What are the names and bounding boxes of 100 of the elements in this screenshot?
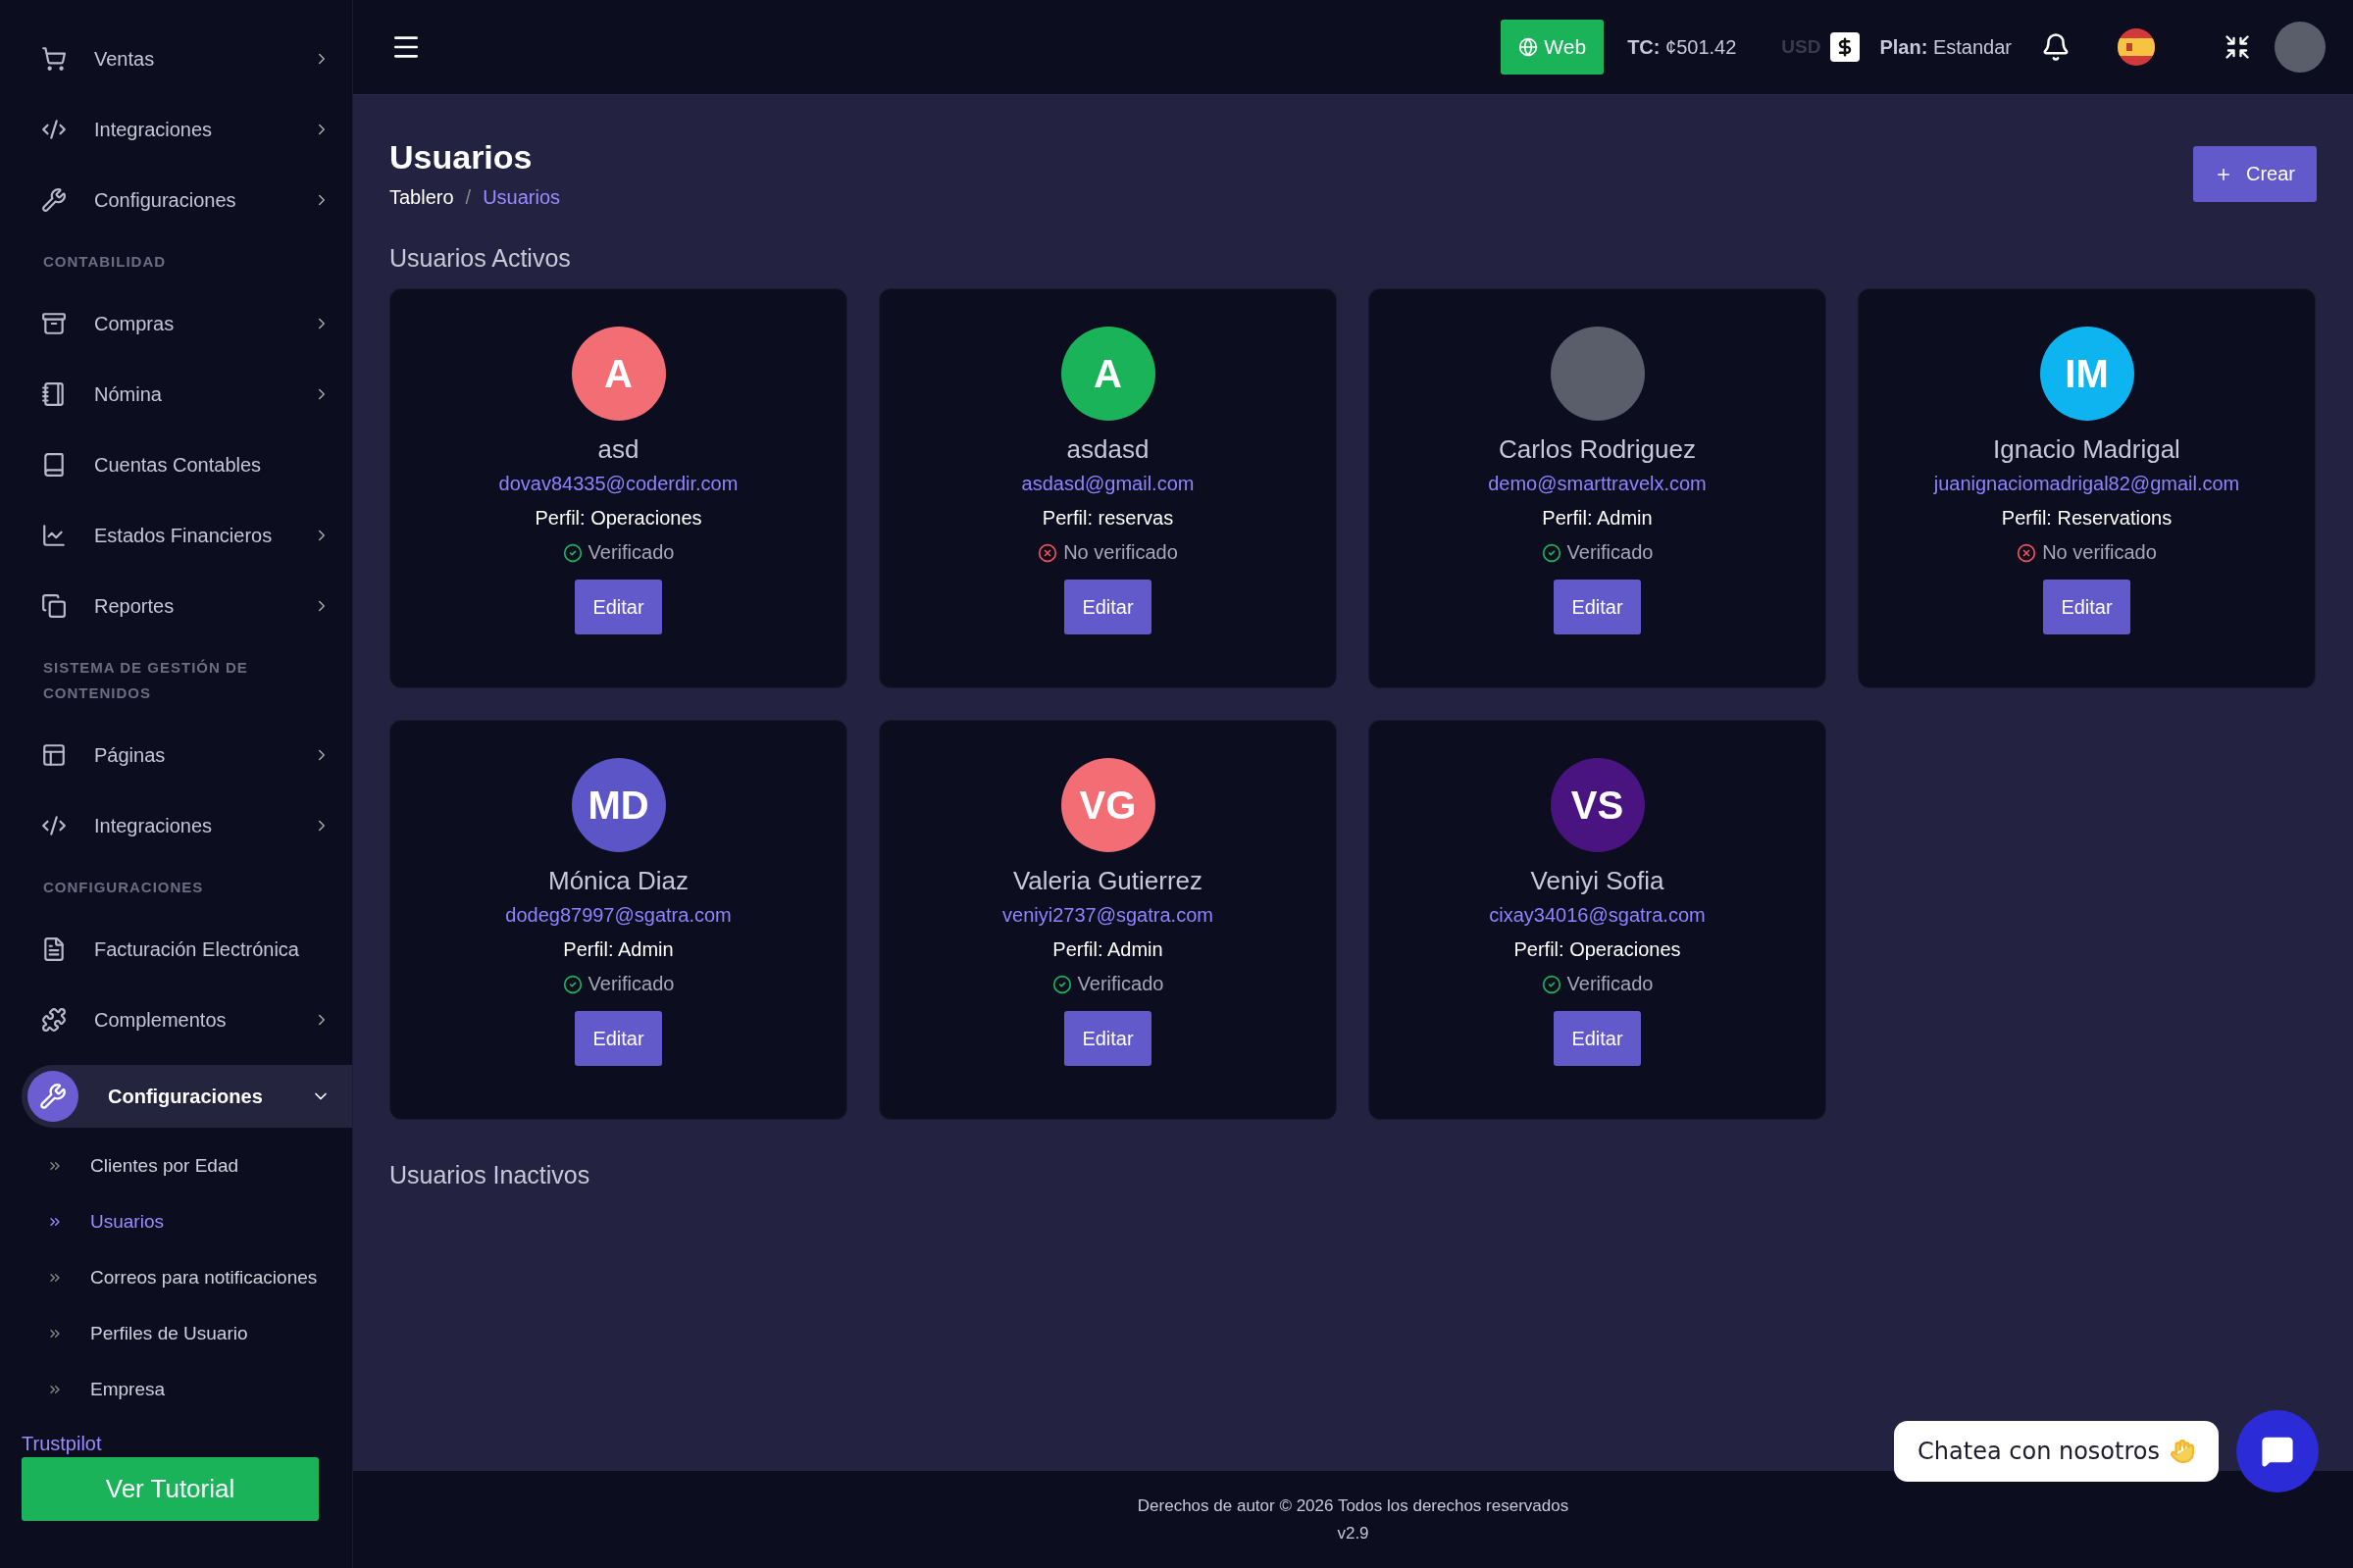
- user-avatar: A: [1060, 327, 1155, 421]
- submenu-item[interactable]: Correos para notificaciones: [0, 1249, 352, 1305]
- sidebar-item[interactable]: Compras: [0, 288, 352, 359]
- verification-status: No verificado: [2042, 541, 2157, 564]
- user-avatar: MD: [571, 758, 666, 852]
- user-profile: Perfil: Operaciones: [1513, 938, 1681, 961]
- verification-status: Verificado: [1566, 973, 1654, 995]
- edit-button[interactable]: Editar: [1064, 1011, 1151, 1066]
- user-profile: Perfil: reservas: [1042, 507, 1174, 530]
- user-email[interactable]: cixay34016@sgatra.com: [1489, 904, 1706, 927]
- sidebar-item-label: Configuraciones: [94, 188, 237, 212]
- verification-status: Verificado: [1077, 973, 1164, 995]
- page-title: Usuarios: [389, 138, 534, 177]
- sidebar-item[interactable]: Cuentas Contables: [0, 430, 352, 500]
- user-email[interactable]: asdasd@gmail.com: [1021, 473, 1195, 495]
- user-name: Carlos Rodriguez: [1499, 434, 1696, 465]
- flag-icon[interactable]: [2118, 28, 2155, 66]
- breadcrumb-link[interactable]: Tablero: [389, 186, 454, 209]
- version-text: v2.9: [1337, 1523, 1369, 1543]
- sidebar-item-label: Configuraciones: [108, 1085, 264, 1108]
- sidebar-item[interactable]: Ventas: [0, 24, 352, 94]
- user-email[interactable]: demo@smarttravelx.com: [1488, 473, 1707, 495]
- sidebar-item-label: Complementos: [94, 1008, 228, 1032]
- sidebar-item[interactable]: Configuraciones: [0, 165, 352, 235]
- user-avatar[interactable]: [2275, 22, 2326, 73]
- breadcrumb-link[interactable]: Usuarios: [483, 186, 561, 209]
- user-name: Ignacio Madrigal: [1993, 434, 2180, 465]
- submenu-item[interactable]: Perfiles de Usuario: [0, 1305, 352, 1361]
- submenu-label: Correos para notificaciones: [90, 1266, 318, 1289]
- sidebar-item-label: Cuentas Contables: [94, 453, 263, 477]
- sidebar-item-label: Compras: [94, 312, 176, 335]
- sidebar-item-label: Reportes: [94, 594, 176, 618]
- sidebar-item[interactable]: Integraciones: [0, 790, 352, 861]
- chat-prompt[interactable]: Chatea con nosotros: [1894, 1421, 2219, 1482]
- sidebar-item-label: Facturación Electrónica: [94, 937, 300, 961]
- edit-button[interactable]: Editar: [2043, 580, 2130, 634]
- user-name: Mónica Diaz: [547, 866, 690, 896]
- user-profile: Perfil: Admin: [1052, 938, 1163, 961]
- waving-hand-icon: [2170, 1439, 2195, 1464]
- user-name: asdasd: [1066, 434, 1150, 465]
- edit-button[interactable]: Editar: [1554, 580, 1641, 634]
- user-profile: Perfil: Admin: [563, 938, 674, 961]
- section-heading: CONFIGURACIONES: [42, 878, 205, 897]
- chat-bubble-icon: [2261, 1435, 2294, 1468]
- sidebar-item[interactable]: Nómina: [0, 359, 352, 430]
- user-avatar: IM: [2039, 327, 2134, 421]
- globe-icon: [1518, 37, 1539, 57]
- submenu-label: Clientes por Edad: [90, 1154, 239, 1177]
- section-heading: SISTEMA DE GESTIÓN DE CONTENIDOS: [42, 658, 249, 703]
- user-email[interactable]: juanignaciomadrigal82@gmail.com: [1933, 473, 2240, 495]
- submenu-label: Perfiles de Usuario: [90, 1322, 248, 1344]
- verification-status: Verificado: [588, 541, 675, 564]
- user-profile: Perfil: Reservations: [2001, 507, 2173, 530]
- user-email[interactable]: dodeg87997@sgatra.com: [505, 904, 732, 927]
- copyright-text: Derechos de autor © 2026 Todos los derechos reservados: [1137, 1495, 1569, 1516]
- user-avatar: VG: [1060, 758, 1155, 852]
- sidebar-item-label: Estados Financieros: [94, 524, 274, 547]
- sidebar-item-label: Integraciones: [94, 814, 214, 837]
- sidebar-item-label: Integraciones: [94, 118, 214, 141]
- user-profile: Perfil: Operaciones: [535, 507, 702, 530]
- sidebar-item-label: Ventas: [94, 47, 156, 71]
- sidebar-item-label: Páginas: [94, 743, 167, 767]
- wrench-icon: [27, 1071, 78, 1122]
- plan-label: Plan: Estandar: [1879, 35, 2012, 59]
- exchange-rate: TC: ¢501.42: [1627, 35, 1737, 59]
- submenu-item[interactable]: Usuarios: [0, 1193, 352, 1249]
- submenu-label: Usuarios: [90, 1210, 164, 1233]
- sidebar-item[interactable]: Reportes: [0, 571, 352, 641]
- section-heading: CONTABILIDAD: [42, 252, 168, 272]
- submenu-item[interactable]: Clientes por Edad: [0, 1138, 352, 1193]
- sidebar-item[interactable]: Integraciones: [0, 94, 352, 165]
- user-email[interactable]: veniyi2737@sgatra.com: [1002, 904, 1213, 927]
- sidebar-item[interactable]: Facturación Electrónica: [0, 914, 352, 985]
- user-email[interactable]: dovav84335@coderdir.com: [498, 473, 739, 495]
- bell-icon[interactable]: [2041, 32, 2071, 62]
- submenu-item[interactable]: Empresa: [0, 1361, 352, 1417]
- section-title: Usuarios Inactivos: [389, 1161, 591, 1189]
- user-profile: Perfil: Admin: [1542, 507, 1653, 530]
- edit-button[interactable]: Editar: [575, 1011, 662, 1066]
- submenu-label: Empresa: [90, 1378, 166, 1400]
- section-title: Usuarios Activos: [389, 244, 572, 273]
- verification-status: Verificado: [588, 973, 675, 995]
- breadcrumb-separator: /: [465, 186, 472, 209]
- user-avatar: VS: [1550, 758, 1645, 852]
- user-name: Veniyi Sofia: [1530, 866, 1664, 896]
- verification-status: No verificado: [1063, 541, 1178, 564]
- sidebar-item[interactable]: Páginas: [0, 720, 352, 790]
- trustpilot-link[interactable]: Trustpilot: [22, 1433, 102, 1455]
- edit-button[interactable]: Editar: [1554, 1011, 1641, 1066]
- edit-button[interactable]: Editar: [1064, 580, 1151, 634]
- currency-toggle[interactable]: [1830, 32, 1861, 62]
- sidebar-item[interactable]: Estados Financieros: [0, 500, 352, 571]
- create-button[interactable]: Crear: [2193, 146, 2317, 202]
- verification-status: Verificado: [1566, 541, 1654, 564]
- sidebar-item[interactable]: Complementos: [0, 985, 352, 1055]
- user-name: asd: [597, 434, 639, 465]
- user-name: Valeria Gutierrez: [1012, 866, 1203, 896]
- sidebar-item[interactable]: Configuraciones: [22, 1065, 352, 1128]
- shrink-icon[interactable]: [2224, 33, 2251, 61]
- edit-button[interactable]: Editar: [575, 580, 662, 634]
